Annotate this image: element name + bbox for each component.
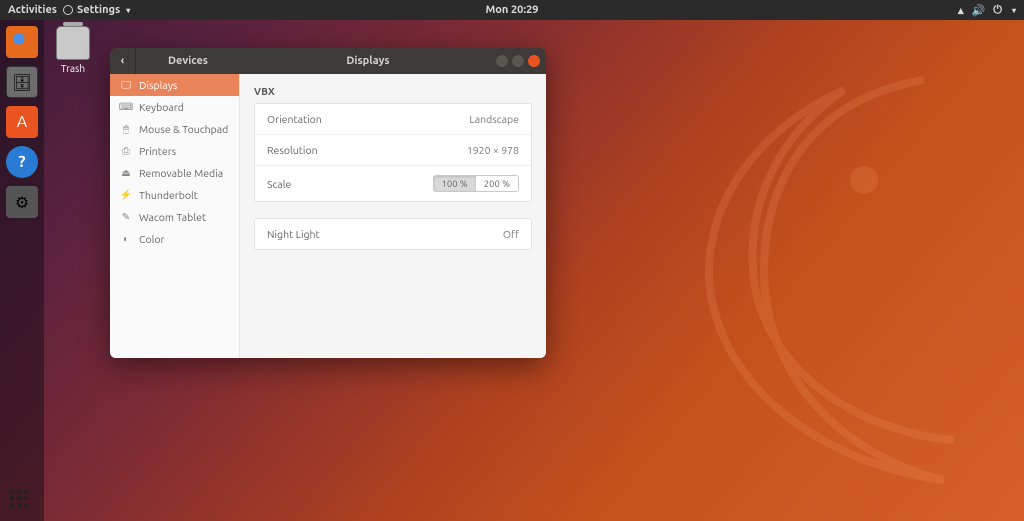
show-applications-button[interactable] [10, 489, 32, 511]
sidebar-item-label: Printers [139, 145, 176, 157]
launcher-dock: 🗄 A ? ⚙ [0, 20, 44, 521]
settings-sidebar: 🖵 Displays ⌨ Keyboard 🖱 Mouse & Touchpad ⎙ Prin… [110, 74, 240, 358]
desktop: Activities Settings ▾ Mon 20:29 ▴ 🔊 ⏻ ▾ … [0, 0, 1024, 521]
sidebar-item-color[interactable]: ◐ Color [110, 228, 239, 250]
sidebar-item-icon: ⏏ [120, 167, 132, 179]
launcher-firefox[interactable] [6, 26, 38, 58]
sidebar-item-icon: 🖵 [120, 79, 132, 91]
sidebar-item-printers[interactable]: ⎙ Printers [110, 140, 239, 162]
minimize-button[interactable] [496, 55, 508, 67]
maximize-button[interactable] [512, 55, 524, 67]
sidebar-item-label: Wacom Tablet [139, 211, 206, 223]
display-settings-card: Orientation Landscape Resolution 1920 × … [254, 103, 532, 202]
launcher-files[interactable]: 🗄 [6, 66, 38, 98]
sidebar-item-icon: ⎙ [120, 145, 132, 157]
sidebar-item-label: Removable Media [139, 167, 223, 179]
resolution-value: 1920 × 978 [467, 144, 519, 156]
clock[interactable]: Mon 20:29 [486, 4, 539, 16]
sidebar-item-mouse-touchpad[interactable]: 🖱 Mouse & Touchpad [110, 118, 239, 140]
scale-option[interactable]: 200 % [476, 176, 518, 191]
sidebar-item-removable-media[interactable]: ⏏ Removable Media [110, 162, 239, 184]
back-button[interactable]: ‹ [110, 48, 136, 74]
launcher-settings[interactable]: ⚙ [6, 186, 38, 218]
trash-icon [56, 26, 90, 60]
resolution-row[interactable]: Resolution 1920 × 978 [255, 135, 531, 166]
sound-icon: 🔊 [972, 4, 986, 17]
app-menu-label: Settings [77, 4, 120, 16]
desktop-trash[interactable]: Trash [56, 26, 90, 74]
gear-icon [63, 5, 73, 15]
network-icon: ▴ [958, 4, 964, 17]
sidebar-item-icon: 🖱 [120, 123, 132, 135]
wallpaper-bird [504, 40, 1024, 520]
scale-row: Scale 100 %200 % [255, 166, 531, 201]
sidebar-item-icon: ⌨ [120, 101, 132, 113]
status-area[interactable]: ▴ 🔊 ⏻ ▾ [958, 4, 1016, 17]
chevron-down-icon: ▾ [1012, 6, 1016, 15]
orientation-label: Orientation [267, 113, 322, 125]
orientation-row[interactable]: Orientation Landscape [255, 104, 531, 135]
sidebar-item-displays[interactable]: 🖵 Displays [110, 74, 239, 96]
power-icon: ⏻ [993, 4, 1002, 17]
settings-window: ‹ Devices Displays 🖵 Displays ⌨ Keyboard 🖱 Mo… [110, 48, 546, 358]
sidebar-item-icon: ◐ [120, 233, 132, 245]
window-titlebar[interactable]: ‹ Devices Displays [110, 48, 546, 74]
scale-segmented-control: 100 %200 % [433, 175, 520, 192]
nightlight-label: Night Light [267, 228, 320, 240]
activities-button[interactable]: Activities [8, 4, 57, 16]
scale-label: Scale [267, 178, 291, 190]
sidebar-item-thunderbolt[interactable]: ⚡ Thunderbolt [110, 184, 239, 206]
sidebar-item-label: Keyboard [139, 101, 184, 113]
scale-option[interactable]: 100 % [434, 176, 476, 191]
nightlight-card: Night Light Off [254, 218, 532, 250]
monitor-name: VBX [254, 86, 532, 97]
chevron-down-icon: ▾ [126, 6, 130, 15]
close-button[interactable] [528, 55, 540, 67]
top-bar: Activities Settings ▾ Mon 20:29 ▴ 🔊 ⏻ ▾ [0, 0, 1024, 20]
titlebar-section-label: Devices [136, 55, 240, 67]
sidebar-item-label: Color [139, 233, 164, 245]
sidebar-item-label: Mouse & Touchpad [139, 123, 228, 135]
orientation-value: Landscape [469, 113, 519, 125]
app-menu[interactable]: Settings ▾ [63, 4, 130, 16]
trash-label: Trash [56, 63, 90, 74]
settings-content: VBX Orientation Landscape Resolution 192… [240, 74, 546, 358]
nightlight-row[interactable]: Night Light Off [255, 219, 531, 249]
launcher-help[interactable]: ? [6, 146, 38, 178]
launcher-software[interactable]: A [6, 106, 38, 138]
nightlight-value: Off [503, 228, 519, 240]
sidebar-item-label: Displays [139, 79, 177, 91]
sidebar-item-label: Thunderbolt [139, 189, 198, 201]
sidebar-item-icon: ✎ [120, 211, 132, 223]
window-title: Displays [240, 55, 496, 67]
resolution-label: Resolution [267, 144, 318, 156]
sidebar-item-icon: ⚡ [120, 189, 132, 201]
sidebar-item-keyboard[interactable]: ⌨ Keyboard [110, 96, 239, 118]
sidebar-item-wacom-tablet[interactable]: ✎ Wacom Tablet [110, 206, 239, 228]
